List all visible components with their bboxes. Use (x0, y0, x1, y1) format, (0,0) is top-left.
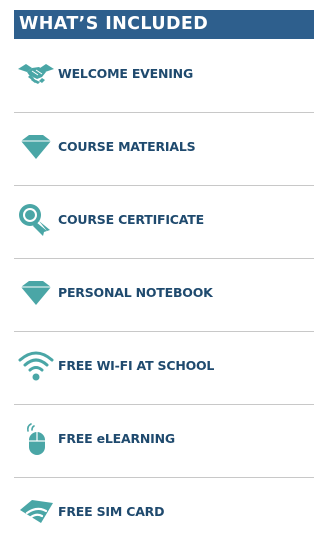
award-ribbon-icon (17, 202, 55, 238)
section-title: WHAT’S INCLUDED (19, 14, 209, 34)
item-label: FREE WI-FI AT SCHOOL (58, 358, 215, 373)
list-item-free-wifi: FREE WI-FI AT SCHOOL (14, 332, 314, 405)
list-item-personal-notebook: PERSONAL NOTEBOOK (14, 259, 314, 332)
included-list: WELCOME EVENING COURSE MATERIALS COURSE … (14, 40, 314, 542)
handshake-icon (17, 56, 55, 92)
item-label: COURSE MATERIALS (58, 139, 196, 154)
item-label: WELCOME EVENING (58, 66, 194, 81)
item-label: FREE eLEARNING (58, 431, 175, 446)
list-item-course-certificate: COURSE CERTIFICATE (14, 186, 314, 259)
list-item-course-materials: COURSE MATERIALS (14, 113, 314, 186)
item-label: FREE SIM CARD (58, 504, 165, 519)
wifi-icon (17, 348, 55, 384)
mouse-icon (17, 421, 55, 457)
list-item-free-sim-card: FREE SIM CARD (14, 478, 314, 542)
item-label: PERSONAL NOTEBOOK (58, 285, 213, 300)
item-label: COURSE CERTIFICATE (58, 212, 204, 227)
diamond-icon (17, 129, 55, 165)
list-item-free-elearning: FREE eLEARNING (14, 405, 314, 478)
diamond-icon (17, 275, 55, 311)
section-header: WHAT’S INCLUDED (14, 10, 314, 39)
sim-card-icon (17, 494, 55, 530)
list-item-welcome-evening: WELCOME EVENING (14, 40, 314, 113)
